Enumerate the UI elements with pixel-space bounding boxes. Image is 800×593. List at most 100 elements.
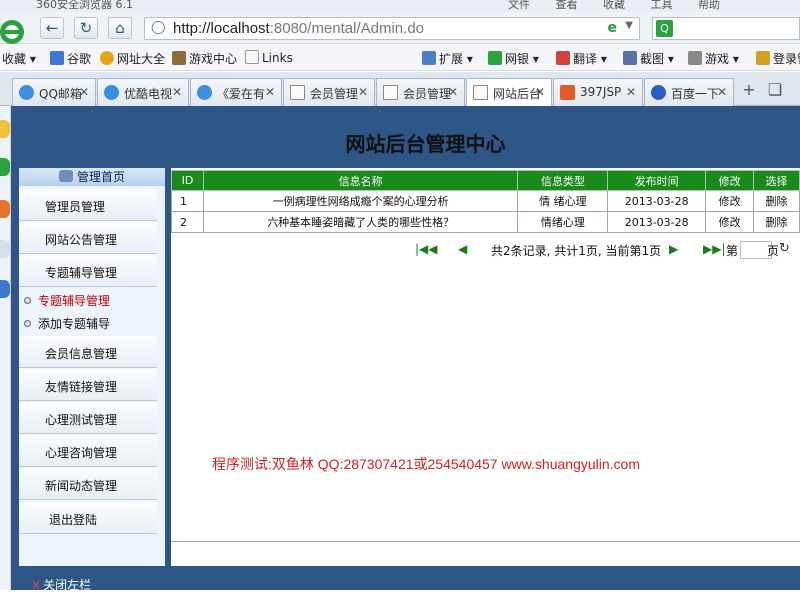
nav-member-info-management[interactable]: 会员信息管理	[19, 336, 157, 368]
col-select: 选择	[753, 170, 800, 191]
address-dropdown-icon[interactable]: ▼	[625, 20, 633, 31]
back-button[interactable]: ←	[40, 17, 64, 39]
address-url[interactable]: http://localhost:8080/mental/Admin.do	[173, 20, 424, 37]
bookmark-game-center[interactable]: 游戏中心	[172, 50, 237, 67]
last-page-icon[interactable]: ▶▶|	[703, 242, 726, 256]
tab-close-icon[interactable]: ✕	[79, 85, 89, 99]
bookmark-url-directory[interactable]: 网址大全	[100, 50, 165, 67]
delete-link[interactable]: 删除	[753, 211, 800, 233]
menu-favorites[interactable]: 收藏	[603, 0, 625, 11]
tab-close-icon[interactable]: ✕	[626, 85, 636, 99]
tab-close-icon[interactable]: ✕	[717, 85, 727, 99]
sub-topic-guidance-management[interactable]: 专题辅导管理	[24, 292, 110, 309]
site-title: 网站后台管理中心	[345, 132, 506, 156]
sidebar-app-icon[interactable]	[0, 240, 10, 258]
menu-file[interactable]: 文件	[508, 0, 530, 11]
cell-title: 六种基本睡姿暗藏了人类的哪些性格？	[202, 211, 519, 233]
search-engine-icon[interactable]: Q	[656, 20, 673, 37]
tab-love[interactable]: 《爱在有 ✕	[190, 78, 282, 106]
tab-member-mgmt-1[interactable]: 会员管理 ✕	[283, 78, 375, 106]
sidebar-app-icon[interactable]	[0, 200, 10, 218]
next-page-icon[interactable]: ▶	[669, 242, 678, 256]
tab-close-icon[interactable]: ✕	[535, 85, 545, 99]
extensions-menu[interactable]: 扩展 ▾	[422, 50, 473, 67]
tab-baidu[interactable]: 百度一下 ✕	[644, 78, 734, 106]
tab-close-icon[interactable]: ✕	[448, 85, 458, 99]
ie-compat-icon[interactable]: e	[608, 20, 618, 36]
refresh-icon: ↻	[79, 19, 93, 37]
table-header-row: ID 信息名称 信息类型 发布时间 修改 选择	[171, 170, 800, 191]
cell-type: 情 绪心理	[517, 190, 609, 212]
go-page-icon[interactable]: ↻	[779, 241, 790, 256]
menu-help[interactable]: 帮助	[698, 0, 720, 11]
bullet-icon	[24, 320, 31, 327]
close-sidebar-link[interactable]: ✕ 关闭左栏	[31, 576, 91, 593]
browser-menu-bar: 文件 查看 收藏 工具 帮助	[486, 0, 720, 12]
home-icon: ⌂	[115, 19, 125, 37]
bookmark-google[interactable]: 谷歌	[50, 50, 91, 67]
tab-close-icon[interactable]: ✕	[358, 85, 368, 99]
delete-link[interactable]: 删除	[753, 190, 800, 212]
screenshot-menu[interactable]: 截图 ▾	[623, 50, 674, 67]
admin-page: 网站后台管理中心 管理首页 管理员管理 网站公告管理 专题辅导管理 专题辅导管理…	[11, 106, 800, 593]
nav-friend-links-management[interactable]: 友情链接管理	[19, 369, 157, 401]
tab-youku[interactable]: 优酷电视 ✕	[97, 78, 189, 106]
credit-text: 程序测试:双鱼林 QQ:287307421或254540457 www.shua…	[212, 456, 640, 472]
main-content: ID 信息名称 信息类型 发布时间 修改 选择 1 一例病理性网络成瘾个案的心理…	[171, 168, 800, 542]
admin-left-nav: 管理首页 管理员管理 网站公告管理 专题辅导管理 专题辅导管理 添加专题辅导 会…	[11, 168, 171, 566]
extensions-icon	[422, 51, 436, 65]
nav-psych-test-management[interactable]: 心理测试管理	[19, 402, 157, 434]
menu-view[interactable]: 查看	[556, 0, 578, 11]
nav-admin-management[interactable]: 管理员管理	[19, 189, 157, 221]
tab-qq-mail[interactable]: QQ邮箱 ✕	[12, 78, 96, 106]
gamepad-icon	[688, 51, 702, 65]
browser-sidebar-strip	[0, 106, 11, 590]
page-icon	[473, 85, 488, 100]
prev-page-icon[interactable]: ◀	[458, 242, 467, 256]
sidebar-app-icon[interactable]	[0, 120, 10, 138]
bookmark-favorites[interactable]: 收藏 ▾	[2, 50, 36, 67]
nav-header[interactable]: 管理首页	[19, 168, 165, 186]
tab-member-mgmt-2[interactable]: 会员管理 ✕	[376, 78, 465, 106]
online-bank-menu[interactable]: 网银 ▾	[488, 50, 539, 67]
browser-title: 360安全浏览器 6.1	[36, 0, 133, 11]
page-prefix: 第	[726, 244, 739, 258]
address-bar[interactable]: ◯ http://localhost:8080/mental/Admin.do …	[144, 17, 640, 40]
home-button[interactable]: ⌂	[108, 17, 132, 39]
sidebar-app-icon[interactable]	[0, 158, 10, 176]
screenshot-icon	[623, 51, 637, 65]
edit-link[interactable]: 修改	[705, 190, 755, 212]
sub-add-topic-guidance[interactable]: 添加专题辅导	[24, 315, 110, 332]
navigation-bar: ← ↻ ⌂ ◯ http://localhost:8080/mental/Adm…	[0, 12, 800, 44]
page-suffix: 页	[767, 244, 780, 258]
restore-tabs-icon[interactable]: ❏	[764, 80, 786, 102]
first-page-icon[interactable]: |◀◀	[415, 242, 438, 256]
search-box[interactable]: Q	[652, 17, 800, 40]
translate-menu[interactable]: 翻译 ▾	[556, 50, 607, 67]
bullet-icon	[24, 297, 31, 304]
bookmark-links[interactable]: Links	[245, 50, 293, 65]
shield-icon: ◯	[151, 20, 166, 35]
sidebar-app-icon[interactable]	[0, 280, 10, 298]
tab-close-icon[interactable]: ✕	[265, 85, 275, 99]
col-date: 发布时间	[607, 170, 707, 191]
login-manager[interactable]: 登录管	[756, 50, 800, 67]
games-menu[interactable]: 游戏 ▾	[688, 50, 739, 67]
page-icon	[245, 50, 259, 64]
new-tab-icon[interactable]: +	[738, 80, 760, 102]
col-id: ID	[171, 170, 204, 191]
menu-tools[interactable]: 工具	[651, 0, 673, 11]
nav-psych-consult-management[interactable]: 心理咨询管理	[19, 435, 157, 467]
nav-announcement-management[interactable]: 网站公告管理	[19, 222, 157, 254]
page-icon	[383, 85, 398, 100]
refresh-button[interactable]: ↻	[74, 17, 98, 39]
nav-topic-guidance-management[interactable]: 专题辅导管理	[19, 255, 157, 287]
nav-news-management[interactable]: 新闻动态管理	[19, 468, 157, 500]
col-type: 信息类型	[517, 170, 609, 191]
nav-logout[interactable]: 退出登陆	[19, 502, 157, 534]
tab-397jsp[interactable]: 397JSP ✕	[553, 78, 643, 106]
edit-link[interactable]: 修改	[705, 211, 755, 233]
online-bank-icon	[488, 51, 502, 65]
tab-admin-active[interactable]: 网站后台 ✕	[466, 78, 552, 107]
tab-close-icon[interactable]: ✕	[172, 85, 182, 99]
